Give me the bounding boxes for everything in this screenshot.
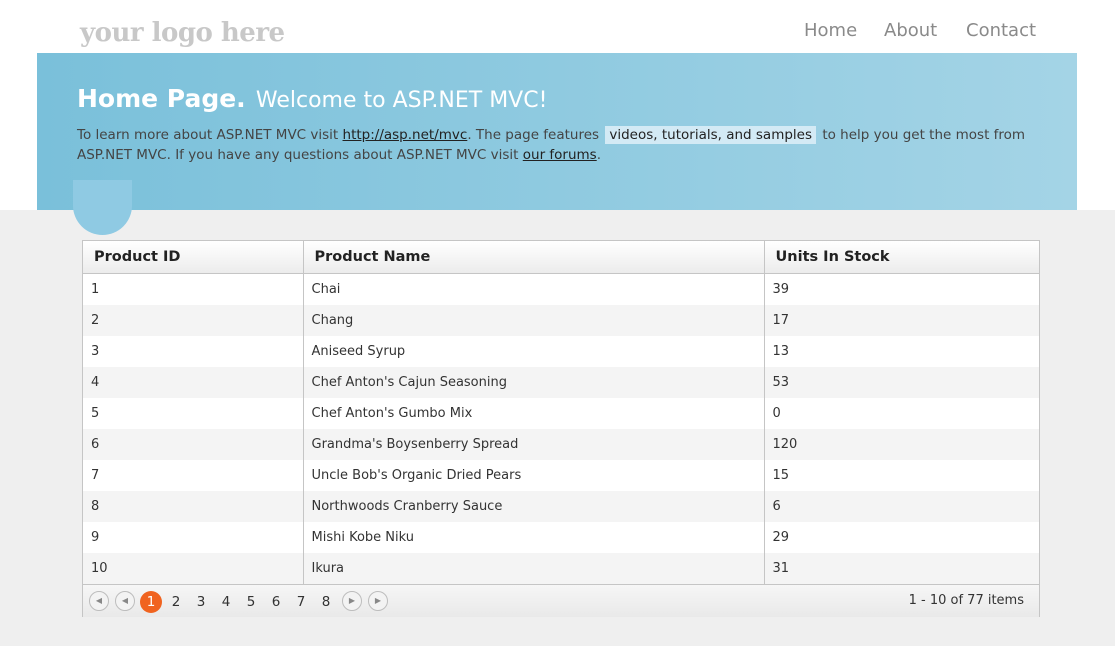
cell-units-in-stock: 15 [763,459,1039,491]
intro-text-part: To learn more about ASP.NET MVC visit [77,127,339,143]
nav-contact-link[interactable]: Contact [966,20,1036,41]
cell-units-in-stock: 13 [763,335,1039,367]
forums-link[interactable]: our forums [523,147,597,163]
cell-product-id: 6 [83,428,303,460]
page-number-4[interactable]: 4 [215,591,237,613]
cell-units-in-stock: 120 [763,428,1039,460]
page-number-5[interactable]: 5 [240,591,262,613]
page-number-8[interactable]: 8 [315,591,337,613]
cell-units-in-stock: 17 [763,304,1039,336]
table-row[interactable]: 6 Grandma's Boysenberry Spread 120 [83,428,1039,460]
cell-product-id: 8 [83,490,303,522]
table-row[interactable]: 4 Chef Anton's Cajun Seasoning 53 [83,366,1039,398]
cell-product-name: Uncle Bob's Organic Dried Pears [302,459,764,491]
page-title: Home Page. Welcome to ASP.NET MVC! [77,77,547,115]
cell-product-id: 3 [91,343,100,359]
intro-text-part: . [596,147,602,163]
last-page-icon[interactable]: ▶​ [368,591,388,611]
next-page-icon[interactable]: ▶ [342,591,362,611]
cell-product-id: 7 [91,467,100,483]
pager: ◀​ ◀ 12345678 ▶ ▶​ 1 - 10 of 77 items [83,584,1039,617]
cell-product-id: 5 [91,405,100,421]
cell-product-name: Chef Anton's Cajun Seasoning [302,366,764,398]
cell-units-in-stock: 53 [763,366,1039,398]
cell-units-in-stock: 29 [763,521,1039,553]
cell-product-name: Aniseed Syrup [302,335,764,367]
products-grid: Product ID Product Name Units In Stock 1… [82,240,1040,617]
cell-product-name: Chang [302,304,764,336]
cell-product-name: Ikura [302,552,764,584]
grid-body: 1 Chai 39 2 Chang 17 3 Aniseed Syrup 13 4 Chef Ant… [83,273,1039,584]
cell-units-in-stock: 39 [763,273,1039,305]
table-row[interactable]: 5 Chef Anton's Gumbo Mix 0 [83,397,1039,429]
featured-banner: Home Page. Welcome to ASP.NET MVC! To le… [37,53,1077,210]
intro-text: To learn more about ASP.NET MVC visit ht… [77,125,1037,165]
cell-product-name: Mishi Kobe Niku [302,521,764,553]
table-row[interactable]: 1 Chai 39 [83,273,1039,305]
aspnet-mvc-link[interactable]: http://asp.net/mvc [343,127,468,143]
header-row: Product ID Product Name Units In Stock [83,241,1039,274]
cell-product-id: 2 [83,304,303,336]
nav-home-link[interactable]: Home [804,20,857,41]
highlight-text: videos, tutorials, and samples [605,126,817,144]
nav-about-link[interactable]: About [884,20,937,41]
cell-units-in-stock: 31 [763,552,1039,584]
first-page-icon[interactable]: ◀​ [89,591,109,611]
cell-product-name: Chai [302,273,764,305]
page-number-2[interactable]: 2 [165,591,187,613]
previous-page-icon[interactable]: ◀ [115,591,135,611]
cell-product-id: 1 [91,281,100,297]
column-header-product-name[interactable]: Product Name [302,241,764,274]
cell-product-name: Northwoods Cranberry Sauce [302,490,764,522]
table-row[interactable]: 8 Northwoods Cranberry Sauce 6 [83,490,1039,522]
cell-product-name: Chef Anton's Gumbo Mix [302,397,764,429]
page-number-6[interactable]: 6 [265,591,287,613]
table-row[interactable]: 10 Ikura 31 [83,552,1039,584]
intro-text-part: . The page features [467,127,600,143]
page-title-bold: Home Page. [77,84,246,113]
table-row[interactable]: 9 Mishi Kobe Niku 29 [83,521,1039,553]
products-table: Product ID Product Name Units In Stock 1… [83,241,1039,584]
main-nav: Home About Contact [790,20,1050,46]
page-number-3[interactable]: 3 [190,591,212,613]
page-title-welcome: Welcome to ASP.NET MVC! [255,88,548,113]
cell-product-id: 4 [83,366,303,398]
pager-info: 1 - 10 of 77 items [908,593,1024,608]
table-row[interactable]: 2 Chang 17 [83,304,1039,336]
page-number-1[interactable]: 1 [140,591,162,613]
cell-product-id: 10 [83,552,303,584]
cell-units-in-stock: 6 [763,490,1039,522]
table-row[interactable]: 7 Uncle Bob's Organic Dried Pears 15 [83,459,1039,491]
table-row[interactable]: 3 Aniseed Syrup 13 [83,335,1039,367]
site-logo[interactable]: your logo here [80,18,285,48]
column-header-units-in-stock[interactable]: Units In Stock [763,241,1039,274]
page-number-7[interactable]: 7 [290,591,312,613]
cell-units-in-stock: 0 [763,397,1039,429]
cell-product-name: Grandma's Boysenberry Spread [302,428,764,460]
cell-product-id: 9 [91,529,100,545]
column-header-product-id[interactable]: Product ID [83,241,303,274]
